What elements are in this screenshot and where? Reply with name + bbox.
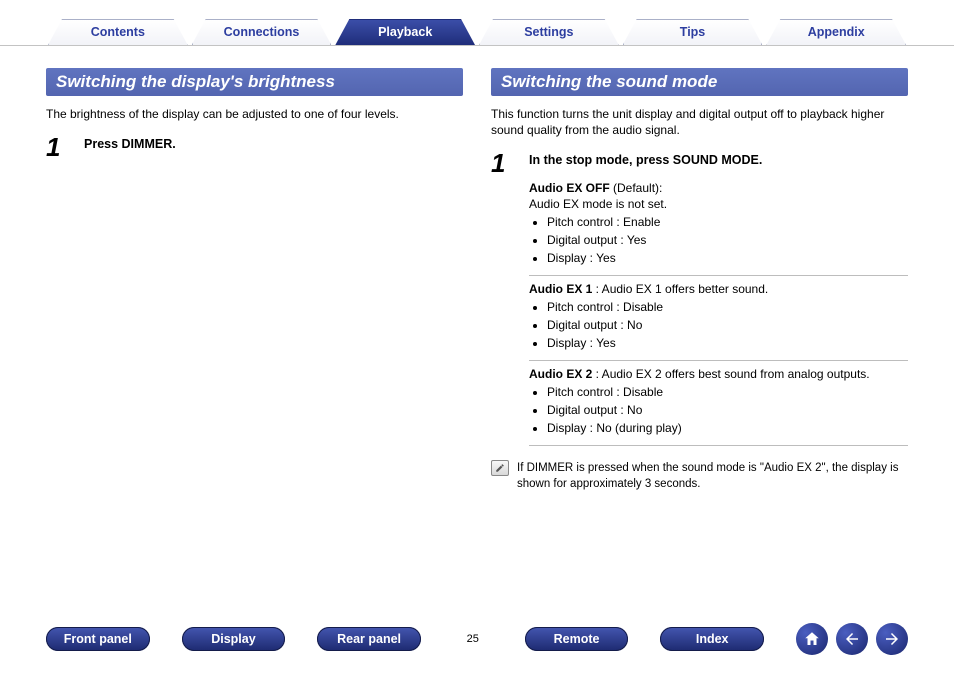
- section-title-soundmode: Switching the sound mode: [491, 68, 908, 96]
- left-column: Switching the display's brightness The b…: [46, 68, 463, 493]
- mode-name: Audio EX 2: [529, 367, 592, 381]
- note-text: If DIMMER is pressed when the sound mode…: [517, 460, 908, 492]
- nav-remote[interactable]: Remote: [525, 627, 629, 651]
- mode-suffix: : Audio EX 1 offers better sound.: [592, 282, 768, 296]
- step-1-left: 1 Press DIMMER.: [46, 134, 463, 160]
- tab-contents[interactable]: Contents: [48, 19, 188, 45]
- intro-text: The brightness of the display can be adj…: [46, 106, 463, 122]
- tab-label: Contents: [91, 25, 145, 39]
- mode-audio-ex-2: Audio EX 2 : Audio EX 2 offers best soun…: [529, 361, 908, 446]
- prop: Pitch control : Disable: [547, 300, 908, 314]
- step-1-right: 1 In the stop mode, press SOUND MODE. Au…: [491, 150, 908, 446]
- prop: Pitch control : Enable: [547, 215, 908, 229]
- mode-props: Pitch control : Disable Digital output :…: [533, 300, 908, 350]
- prop: Digital output : No: [547, 403, 908, 417]
- arrow-left-icon: [843, 630, 861, 648]
- mode-props: Pitch control : Enable Digital output : …: [533, 215, 908, 265]
- page-body: Switching the display's brightness The b…: [0, 46, 954, 493]
- tab-settings[interactable]: Settings: [479, 19, 619, 45]
- nav-rear-panel[interactable]: Rear panel: [317, 627, 421, 651]
- nav-display[interactable]: Display: [182, 627, 286, 651]
- prev-page-button[interactable]: [836, 623, 868, 655]
- nav-front-panel[interactable]: Front panel: [46, 627, 150, 651]
- section-title-brightness: Switching the display's brightness: [46, 68, 463, 96]
- tab-label: Appendix: [808, 25, 865, 39]
- tab-connections[interactable]: Connections: [192, 19, 332, 45]
- tab-playback[interactable]: Playback: [335, 19, 475, 45]
- mode-suffix: : Audio EX 2 offers best sound from anal…: [592, 367, 869, 381]
- home-icon: [803, 630, 821, 648]
- tab-label: Settings: [524, 25, 573, 39]
- mode-name: Audio EX 1: [529, 282, 592, 296]
- top-tabs: Contents Connections Playback Settings T…: [0, 0, 954, 46]
- tab-label: Connections: [224, 25, 300, 39]
- prop: Digital output : Yes: [547, 233, 908, 247]
- page-number: 25: [453, 633, 493, 645]
- step-instruction: In the stop mode, press SOUND MODE.: [529, 150, 908, 167]
- tab-label: Tips: [680, 25, 705, 39]
- bottom-bar: Front panel Display Rear panel 25 Remote…: [0, 623, 954, 655]
- tab-tips[interactable]: Tips: [623, 19, 763, 45]
- mode-suffix: (Default):: [610, 181, 663, 195]
- home-button[interactable]: [796, 623, 828, 655]
- mode-audio-ex-off: Audio EX OFF (Default): Audio EX mode is…: [529, 175, 908, 276]
- mode-props: Pitch control : Disable Digital output :…: [533, 385, 908, 435]
- intro-text: This function turns the unit display and…: [491, 106, 908, 138]
- step-instruction: Press DIMMER.: [84, 134, 463, 151]
- nav-index[interactable]: Index: [660, 627, 764, 651]
- mode-audio-ex-1: Audio EX 1 : Audio EX 1 offers better so…: [529, 276, 908, 361]
- step-number: 1: [491, 150, 513, 446]
- right-column: Switching the sound mode This function t…: [491, 68, 908, 493]
- tab-appendix[interactable]: Appendix: [766, 19, 906, 45]
- nav-icons: [796, 623, 908, 655]
- step-number: 1: [46, 134, 68, 160]
- mode-sub: Audio EX mode is not set.: [529, 197, 908, 211]
- tab-label: Playback: [378, 25, 432, 39]
- mode-name: Audio EX OFF: [529, 181, 610, 195]
- prop: Display : Yes: [547, 251, 908, 265]
- prop: Digital output : No: [547, 318, 908, 332]
- note-block: If DIMMER is pressed when the sound mode…: [491, 460, 908, 492]
- prop: Pitch control : Disable: [547, 385, 908, 399]
- pencil-icon: [491, 460, 509, 476]
- arrow-right-icon: [883, 630, 901, 648]
- prop: Display : No (during play): [547, 421, 908, 435]
- prop: Display : Yes: [547, 336, 908, 350]
- next-page-button[interactable]: [876, 623, 908, 655]
